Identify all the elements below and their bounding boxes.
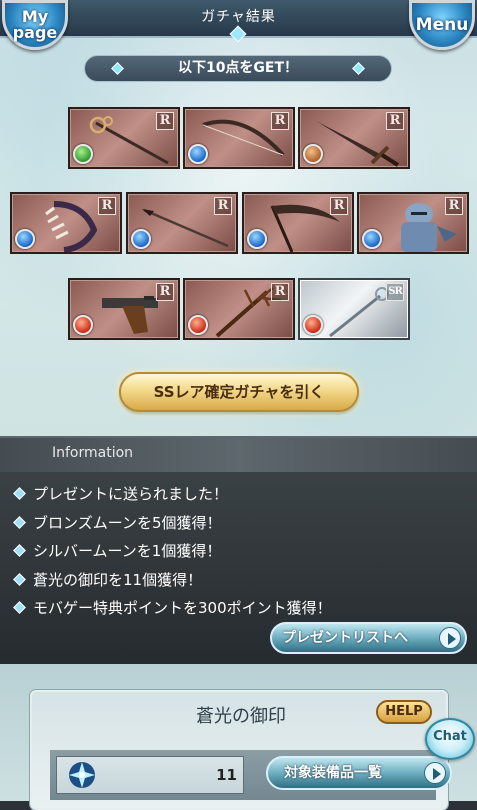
item-card[interactable]: R [357,192,469,254]
diamond-bullet-icon [13,515,26,529]
chat-button[interactable]: Chat [425,718,475,760]
present-list-label: プレゼントリストへ [282,630,408,646]
diamond-bullet-icon [13,601,26,614]
item-card-sr[interactable]: SR [298,278,410,340]
information-title: Information [52,445,134,461]
information-item: シルバームーンを1個獲得！ [13,537,332,566]
information-item: ブロンズムーンを5個獲得！ [13,509,332,538]
target-equipment-list-button[interactable]: 対象装備品一覧 [266,756,452,790]
target-equipment-label: 対象装備品一覧 [284,765,382,781]
information-item: 蒼光の御印を11個獲得！ [13,566,332,595]
rarity-badge: R [214,197,232,215]
menu-button[interactable]: Menu [409,0,475,50]
wind-element-icon [73,144,93,164]
item-card[interactable]: R [10,192,122,254]
seal-section: 蒼光の御印 HELP 11 対象装備品一覧 [0,664,477,810]
rarity-badge: R [445,197,463,215]
get-banner: 以下10点をGET！ [84,55,392,82]
mypage-button[interactable]: My page [2,0,68,50]
fire-element-icon [303,315,323,335]
item-card[interactable]: R [68,278,180,340]
rarity-badge: R [271,283,289,301]
rarity-badge: SR [386,283,404,301]
water-element-icon [247,229,267,249]
item-card[interactable]: R [298,107,410,169]
banner-text: 以下10点をGET！ [177,60,299,76]
information-panel: Information プレゼントに送られました！ ブロンズムーンを5個獲得！ … [0,436,477,664]
water-element-icon [188,144,208,164]
rarity-badge: R [330,197,348,215]
water-element-icon [15,229,35,249]
diamond-icon [352,62,365,75]
item-card[interactable]: R [183,278,295,340]
seal-count: 11 [216,766,237,784]
help-button[interactable]: HELP [376,700,432,724]
rarity-badge: R [386,112,404,130]
information-item: モバゲー特典ポイントを300ポイント獲得！ [13,594,332,623]
item-card[interactable]: R [183,107,295,169]
rarity-badge: R [156,283,174,301]
item-card[interactable]: R [242,192,354,254]
information-header: Information [0,438,477,472]
rarity-badge: R [98,197,116,215]
arrow-right-icon [439,627,461,649]
present-list-button[interactable]: プレゼントリストへ [270,622,467,654]
seal-count-box: 11 [56,756,244,794]
item-card[interactable]: R [126,192,238,254]
seal-row: 11 対象装備品一覧 [50,750,452,800]
seal-panel: 蒼光の御印 HELP 11 対象装備品一覧 [30,690,452,810]
information-list: プレゼントに送られました！ ブロンズムーンを5個獲得！ シルバームーンを1個獲得… [13,480,332,623]
item-card[interactable]: R [68,107,180,169]
earth-element-icon [303,144,323,164]
diamond-bullet-icon [13,572,26,586]
water-element-icon [362,229,382,249]
water-element-icon [131,229,151,249]
blue-star-seal-icon [69,762,95,788]
rarity-badge: R [271,112,289,130]
fire-element-icon [188,315,208,335]
diamond-icon [111,62,124,75]
ss-rare-gacha-button[interactable]: SSレア確定ガチャを引く [119,372,359,412]
diamond-bullet-icon [13,544,26,557]
fire-element-icon [73,315,93,335]
diamond-bullet-icon [13,487,26,500]
gacha-result-area: ガチャ結果 My page Menu 以下10点をGET！ R R R R R … [0,0,477,436]
rarity-badge: R [156,112,174,130]
page-title: ガチャ結果 [201,9,276,25]
header-gem-icon [229,25,247,43]
information-item: プレゼントに送られました！ [13,480,332,509]
arrow-right-icon [424,762,446,784]
header-bar: ガチャ結果 [0,0,477,43]
